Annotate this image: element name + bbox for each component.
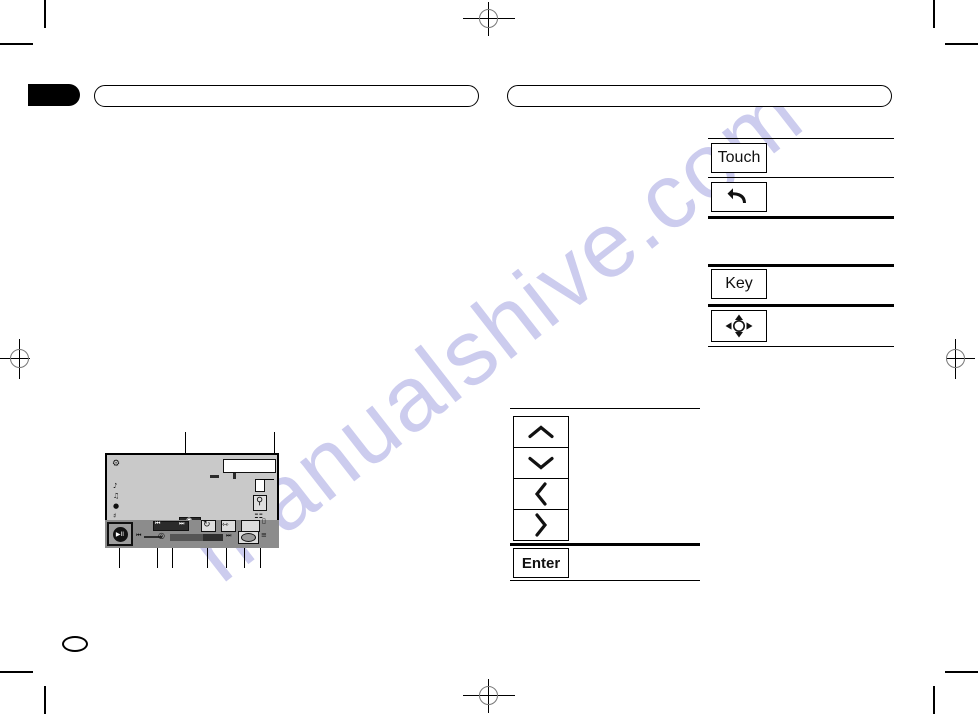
callout-leader-bottom-6 xyxy=(244,548,246,568)
volume-knob-icon: ◎ xyxy=(158,531,165,540)
registration-mark-top xyxy=(463,2,515,36)
seek-next-icon: ⏭ xyxy=(226,532,232,539)
chevron-down-icon xyxy=(528,456,554,470)
chevron-table-top-rule xyxy=(510,408,700,410)
handset-icon xyxy=(241,533,256,542)
chevron-left-cell[interactable] xyxy=(513,478,569,510)
touch-table-top-rule xyxy=(708,138,894,140)
crop-mark-bottom-right-horizontal xyxy=(945,671,978,673)
back-arrow-cell[interactable] xyxy=(711,182,767,212)
chevron-table-mid-rule xyxy=(510,543,700,546)
eject-small-icon: ≡ xyxy=(261,531,267,539)
right-column-header-bar xyxy=(507,85,892,107)
shuffle-icon: ⇿ xyxy=(222,520,229,529)
registration-mark-bottom xyxy=(463,679,515,713)
crop-mark-top-left-vertical xyxy=(44,0,46,28)
repeat-icon: ↻ xyxy=(203,520,211,530)
signal-icon xyxy=(233,472,236,479)
callout-leader-bottom-2 xyxy=(157,548,159,568)
crop-mark-top-right-horizontal xyxy=(945,43,978,45)
touch-header-label: Touch xyxy=(717,149,761,166)
crop-mark-top-left-horizontal xyxy=(0,43,33,45)
touch-table-bottom-rule xyxy=(708,216,894,219)
search-icon: ⚲ xyxy=(256,496,264,507)
phone-icon[interactable] xyxy=(255,479,265,492)
list-glyph-1: ♪ xyxy=(113,482,118,490)
callout-leader-search-horizontal xyxy=(260,479,274,481)
disc-slot-icon: ▯ xyxy=(262,517,266,525)
key-header-label: Key xyxy=(725,275,753,292)
title-field[interactable] xyxy=(223,459,276,473)
touch-table-mid-rule xyxy=(708,177,894,179)
crop-mark-top-right-vertical xyxy=(933,0,935,28)
manual-page: manualshive.com Touch Key Enter ⚙ ♪ ♫ ● … xyxy=(0,0,978,714)
key-table-top-rule xyxy=(708,264,894,267)
chevron-right-cell[interactable] xyxy=(513,509,569,541)
list-glyph-3: ● xyxy=(113,502,120,510)
key-header-cell[interactable]: Key xyxy=(711,269,767,299)
chevron-up-icon xyxy=(528,425,554,439)
chevron-reference-table: Enter xyxy=(510,408,700,583)
volume-left-icon: ⏮ xyxy=(136,532,142,539)
battery-icon xyxy=(210,475,219,478)
enter-label: Enter xyxy=(521,554,561,572)
callout-leader-bottom-5 xyxy=(226,548,228,568)
touch-header-cell[interactable]: Touch xyxy=(711,143,767,173)
key-table-mid-rule xyxy=(708,304,894,307)
four-way-dpad-icon xyxy=(725,314,753,338)
key-table-bottom-rule xyxy=(708,346,894,348)
list-glyph-2: ♫ xyxy=(113,492,120,500)
next-track-icon: ⏭ xyxy=(179,520,185,527)
chevron-right-icon xyxy=(535,513,548,537)
prev-track-icon: ⏮ xyxy=(155,520,161,527)
crop-mark-bottom-right-vertical xyxy=(933,686,935,714)
touch-reference-table: Touch xyxy=(708,138,894,224)
left-column-header-bar xyxy=(94,85,479,107)
list-glyph-4: ♯ xyxy=(113,512,117,520)
enter-cell[interactable]: Enter xyxy=(513,548,569,578)
gear-icon: ⚙ xyxy=(112,459,121,469)
callout-leader-bottom-7 xyxy=(260,548,262,568)
play-pause-button[interactable]: ▶II xyxy=(107,522,133,546)
chevron-down-cell[interactable] xyxy=(513,447,569,479)
dpad-cell[interactable] xyxy=(711,310,767,342)
section-tab xyxy=(28,84,80,106)
seek-progress-fill xyxy=(170,534,203,541)
watermark-layer: manualshive.com xyxy=(0,0,978,714)
callout-leader-bottom-4 xyxy=(207,548,209,568)
seek-progress-bar[interactable] xyxy=(170,534,223,541)
crop-mark-bottom-left-horizontal xyxy=(0,671,33,673)
back-arrow-icon xyxy=(727,188,746,203)
head-unit-display-diagram: ⚙ ♪ ♫ ● ♯ ⚲ ☷ ★ ☰ ◉ ▶II xyxy=(100,432,285,572)
chevron-up-cell[interactable] xyxy=(513,416,569,448)
page-number-badge xyxy=(62,636,88,652)
registration-mark-left xyxy=(0,339,34,379)
registration-mark-right xyxy=(941,339,975,379)
chevron-table-bottom-rule xyxy=(510,580,700,582)
play-pause-glyph: ▶II xyxy=(112,526,128,542)
crop-mark-bottom-left-vertical xyxy=(44,686,46,714)
callout-leader-bottom-3 xyxy=(172,548,174,568)
chevron-left-icon xyxy=(534,482,547,506)
key-reference-table: Key xyxy=(708,264,894,352)
callout-leader-bottom-1 xyxy=(119,548,121,568)
